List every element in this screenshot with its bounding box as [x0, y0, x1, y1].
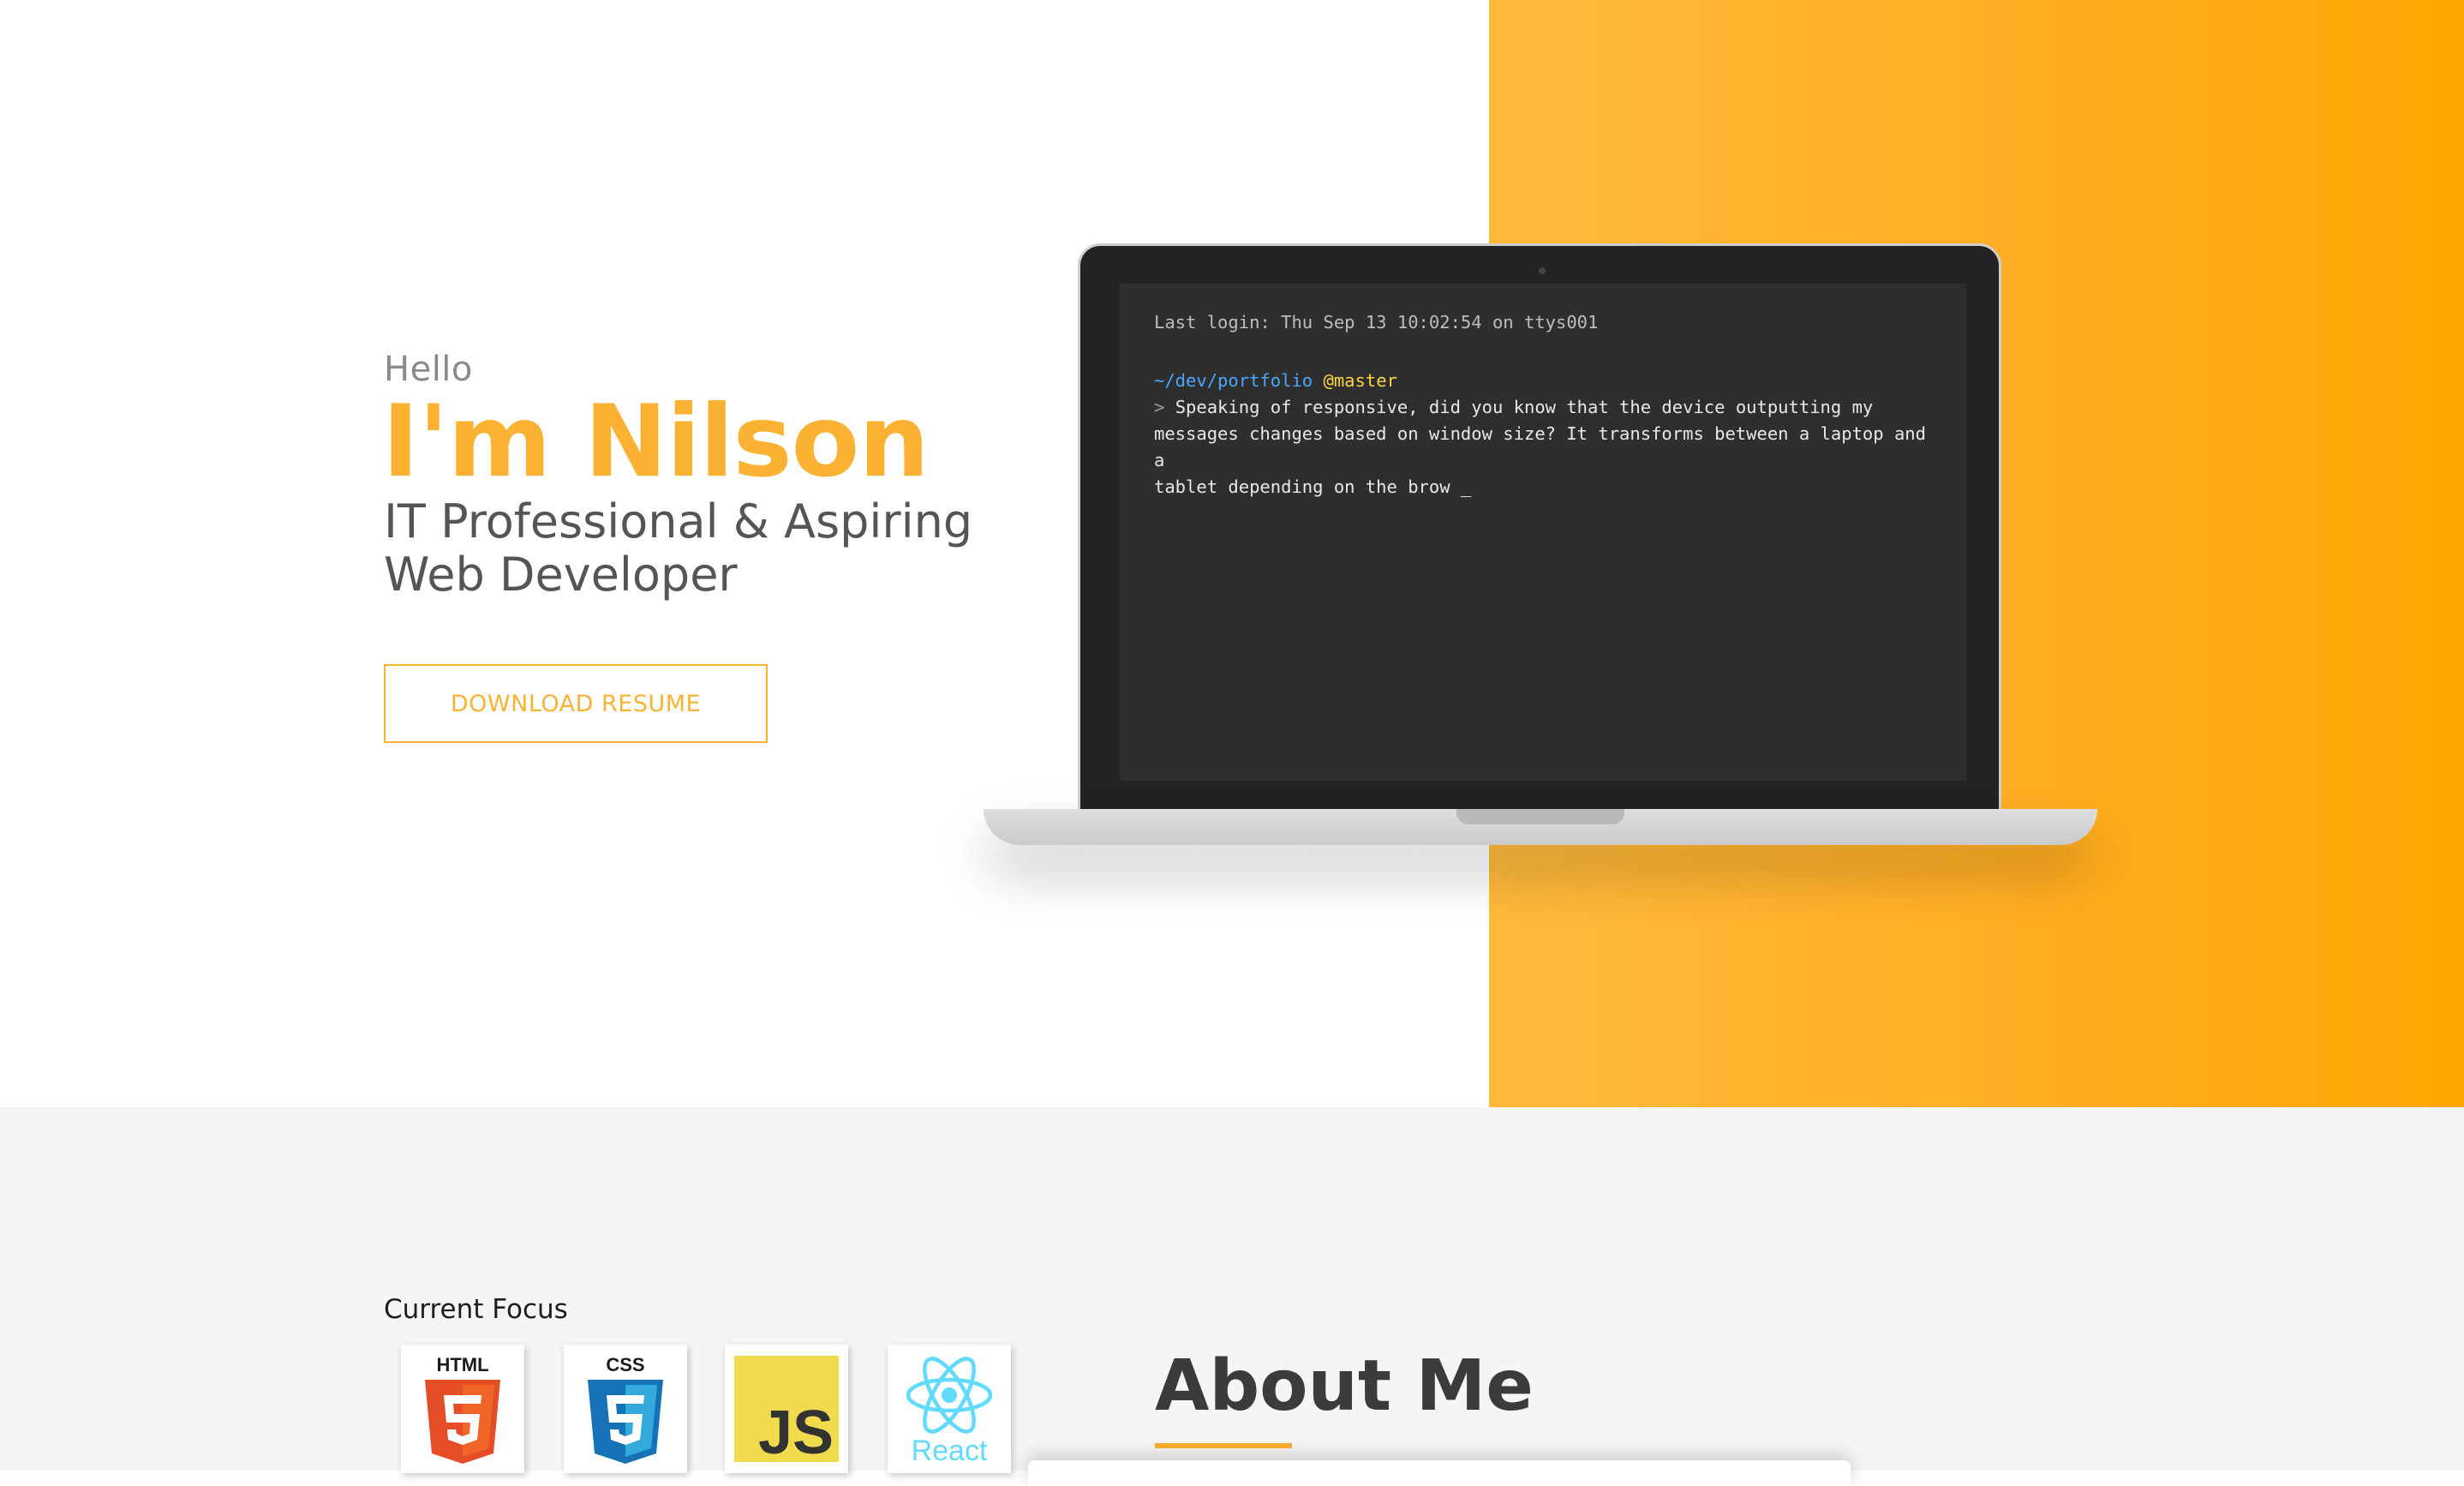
laptop-lid: Last login: Thu Sep 13 10:02:54 on ttys0… [1078, 243, 2001, 811]
terminal-screen: Last login: Thu Sep 13 10:02:54 on ttys0… [1120, 284, 1966, 781]
terminal-prompt-line: ~/dev/portfolio @master [1154, 368, 1932, 394]
terminal-branch: @master [1323, 370, 1397, 391]
laptop-base [984, 809, 2097, 845]
hero-name: I'm Nilson [382, 384, 930, 500]
tagline-line-1: IT Professional & Aspiring [384, 494, 973, 548]
terminal-message-line-1: Speaking of responsive, did you know tha… [1175, 397, 1874, 417]
html5-icon: HTML [425, 1354, 500, 1464]
svg-text:JS: JS [758, 1399, 834, 1462]
svg-text:HTML: HTML [436, 1354, 488, 1375]
svg-text:CSS: CSS [606, 1354, 644, 1375]
download-resume-button[interactable]: DOWNLOAD RESUME [384, 664, 768, 743]
svg-text:React: React [912, 1435, 988, 1467]
webcam-icon [1539, 267, 1546, 274]
about-me-title: About Me [1155, 1345, 1534, 1427]
current-focus-title: Current Focus [384, 1294, 568, 1325]
hero-tagline: IT Professional & Aspiring Web Developer [384, 495, 984, 602]
terminal-cursor: _ [1460, 476, 1472, 497]
focus-tile-js: JS [725, 1345, 848, 1473]
terminal-last-login: Last login: Thu Sep 13 10:02:54 on ttys0… [1154, 312, 1599, 333]
hero-section: Hello I'm Nilson IT Professional & Aspir… [0, 0, 2464, 1107]
about-card [1028, 1460, 1851, 1486]
terminal-message-line-3: tablet depending on the brow [1154, 476, 1450, 497]
focus-about-section: Current Focus HTML CSS JS React About Me [0, 1107, 2464, 1486]
laptop-notch [1456, 809, 1624, 824]
terminal-message: > Speaking of responsive, did you know t… [1154, 394, 1932, 500]
react-icon: React [906, 1357, 993, 1467]
focus-tile-html: HTML [401, 1345, 524, 1473]
focus-tile-css: CSS [564, 1345, 687, 1473]
javascript-icon: JS [734, 1356, 839, 1462]
focus-tile-react: React [888, 1345, 1011, 1473]
terminal-path: ~/dev/portfolio [1154, 370, 1313, 391]
about-title-underline [1155, 1443, 1292, 1448]
terminal-prompt-symbol: > [1154, 397, 1165, 417]
tagline-line-2: Web Developer [384, 548, 738, 602]
css3-icon: CSS [588, 1354, 663, 1464]
terminal-message-line-2: messages changes based on window size? I… [1154, 423, 1926, 470]
